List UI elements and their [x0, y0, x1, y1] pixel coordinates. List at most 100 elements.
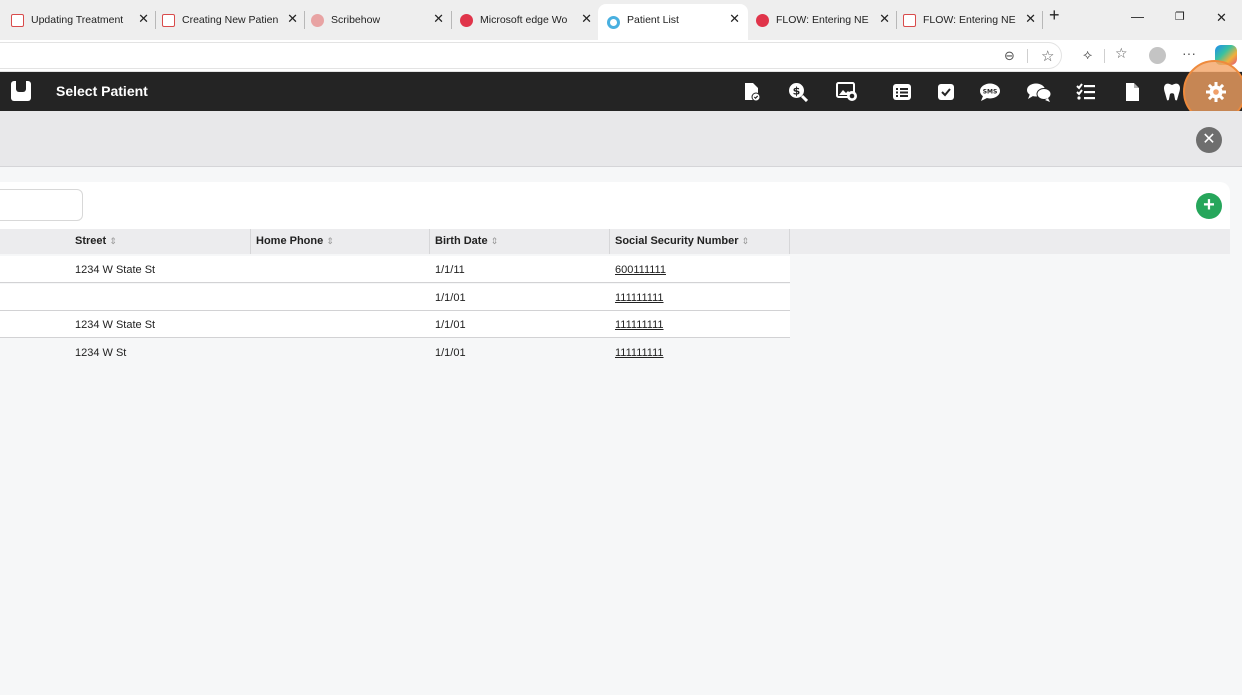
cell-birth-date: 1/1/11: [435, 264, 465, 276]
browser-tab[interactable]: Microsoft edge Wo ✕: [460, 6, 592, 34]
patient-app-icon: [607, 15, 620, 29]
tab-label: Patient List: [627, 14, 679, 26]
billing-dollar-icon[interactable]: $: [788, 82, 809, 103]
tab-label: Updating Treatment: [31, 14, 124, 26]
page-info-icon[interactable]: ⊖: [1004, 48, 1015, 64]
close-panel-button[interactable]: ✕: [1196, 127, 1222, 153]
column-header-label: Social Security Number: [615, 235, 739, 247]
scribe-icon: [460, 13, 473, 27]
card-toolbar: +: [0, 182, 1230, 229]
tab-label: FLOW: Entering NE: [923, 14, 1016, 26]
sms-icon[interactable]: SMS: [979, 82, 1000, 102]
minimize-button[interactable]: —: [1131, 9, 1144, 24]
sub-header: [0, 111, 1242, 167]
column-divider: [789, 229, 790, 254]
tab-close-icon[interactable]: ✕: [581, 11, 592, 27]
browser-tab-strip: Updating Treatment ✕ Creating New Patien…: [0, 0, 1242, 40]
table-row[interactable]: 1234 W St 1/1/01 111111111: [0, 339, 790, 366]
document-check-icon[interactable]: [742, 82, 762, 102]
restore-button[interactable]: ❐: [1175, 10, 1185, 23]
tab-close-icon[interactable]: ✕: [287, 11, 298, 27]
column-header-label: Street: [75, 235, 107, 247]
profile-avatar[interactable]: [1149, 47, 1166, 64]
address-input[interactable]: ⊖ ☆: [0, 42, 1062, 69]
checklist-icon[interactable]: [1076, 82, 1096, 102]
table-row[interactable]: 1234 W State St 1/1/11 600111111: [0, 256, 790, 283]
app-logo-icon[interactable]: [11, 81, 31, 101]
browser-tab[interactable]: FLOW: Entering NE ✕: [756, 6, 890, 34]
settings-gear-icon[interactable]: [1205, 81, 1226, 102]
scribe-icon: [311, 13, 324, 27]
pdf-icon: [162, 13, 175, 27]
tab-close-icon[interactable]: ✕: [1025, 11, 1036, 27]
omnibox-divider: [1027, 49, 1028, 63]
browser-tab[interactable]: Updating Treatment ✕: [11, 6, 149, 34]
extensions-icon[interactable]: ⟡: [1083, 46, 1092, 63]
search-input[interactable]: [0, 189, 83, 221]
file-icon[interactable]: [1122, 82, 1142, 102]
cell-home-phone: [250, 339, 256, 366]
cell-home-phone: [250, 256, 256, 283]
browser-tab[interactable]: Creating New Patien ✕: [162, 6, 298, 34]
svg-text:$: $: [793, 85, 801, 98]
tab-label: Microsoft edge Wo: [480, 14, 568, 26]
patient-list-card: + Street ⇕ Home Phone ⇕ Birth Date ⇕ Social…: [0, 182, 1230, 695]
tab-divider: [451, 11, 452, 29]
app-header: Select Patient $ SMS: [0, 72, 1242, 111]
address-bar-row: ⊖ ☆ ⟡ ☆ ···: [0, 40, 1242, 72]
list-icon[interactable]: [892, 82, 912, 102]
tab-close-icon[interactable]: ✕: [879, 11, 890, 27]
cell-ssn-link[interactable]: 111111111: [609, 311, 664, 338]
collections-icon[interactable]: ☆: [1115, 45, 1128, 62]
checkbox-icon[interactable]: [936, 82, 956, 102]
new-tab-button[interactable]: +: [1049, 5, 1060, 26]
tab-divider: [896, 11, 897, 29]
sms-icon-label: SMS: [983, 89, 998, 96]
tab-close-icon[interactable]: ✕: [433, 11, 444, 27]
toolbar-divider: [1104, 49, 1105, 63]
cell-birth-date: 1/1/01: [435, 319, 466, 331]
sort-icon: ⇕: [326, 236, 334, 246]
cell-ssn-link[interactable]: 111111111: [609, 339, 664, 366]
tab-label: Creating New Patien: [182, 14, 279, 26]
cell-birth-date: 1/1/01: [435, 292, 466, 304]
cell-home-phone: [250, 311, 256, 338]
sort-icon: ⇕: [741, 236, 750, 246]
cell-street: 1234 W State St: [75, 319, 156, 331]
cell-birth-date: 1/1/01: [435, 347, 466, 359]
column-header-street[interactable]: Street ⇕: [69, 229, 251, 254]
tooth-icon[interactable]: [1162, 82, 1182, 102]
browser-tab[interactable]: FLOW: Entering NE ✕: [903, 6, 1036, 34]
tab-label: Scribehow: [331, 14, 381, 26]
tab-divider: [304, 11, 305, 29]
column-header-label: Home Phone: [256, 235, 324, 247]
column-header-ssn[interactable]: Social Security Number ⇕: [609, 229, 790, 254]
table-row[interactable]: 1/1/01 111111111: [0, 284, 790, 311]
browser-tab-active[interactable]: Patient List ✕: [598, 4, 748, 40]
cell-street: [69, 284, 75, 311]
tab-close-icon[interactable]: ✕: [729, 11, 740, 27]
browser-tab[interactable]: Scribehow ✕: [311, 6, 444, 34]
cell-home-phone: [250, 284, 256, 311]
more-icon[interactable]: ···: [1182, 45, 1196, 61]
add-patient-button[interactable]: +: [1196, 193, 1222, 219]
table-row[interactable]: 1234 W State St 1/1/01 111111111: [0, 311, 790, 338]
cell-ssn-link[interactable]: 111111111: [609, 284, 664, 311]
column-header-birth-date[interactable]: Birth Date ⇕: [429, 229, 609, 254]
favorite-star-icon[interactable]: ☆: [1041, 47, 1054, 65]
tab-divider: [155, 11, 156, 29]
cell-street: 1234 W St: [75, 347, 127, 359]
column-header-home-phone[interactable]: Home Phone ⇕: [250, 229, 430, 254]
column-header-label: Birth Date: [435, 235, 488, 247]
sort-icon: ⇕: [109, 236, 117, 246]
window-close-button[interactable]: ✕: [1216, 10, 1227, 26]
cell-street: 1234 W State St: [75, 264, 156, 276]
sort-icon: ⇕: [490, 236, 499, 246]
tab-close-icon[interactable]: ✕: [138, 11, 149, 27]
screen: Updating Treatment ✕ Creating New Patien…: [0, 0, 1242, 695]
table-header: Street ⇕ Home Phone ⇕ Birth Date ⇕ Social S…: [0, 229, 1230, 254]
scribe-icon: [756, 13, 769, 27]
chat-icon[interactable]: [1026, 82, 1052, 102]
image-gallery-icon[interactable]: [836, 82, 857, 102]
cell-ssn-link[interactable]: 600111111: [609, 256, 666, 283]
